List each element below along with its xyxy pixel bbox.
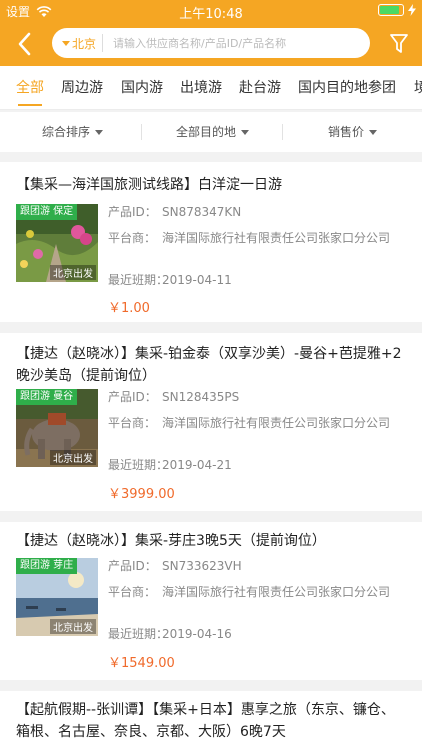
tab-domestic[interactable]: 国内游	[121, 66, 163, 109]
tab-all[interactable]: 全部	[16, 66, 44, 109]
departure-label: 北京出发	[50, 265, 96, 280]
category-tabs: 全部 周边游 国内游 出境游 赴台游 国内目的地参团 境	[0, 66, 422, 110]
status-bar: 设置 上午10:48	[0, 0, 422, 22]
city-label: 北京	[72, 36, 97, 51]
product-title: 【起航假期--张训谭】【集采+日本】惠享之旅（东京、镰仓、箱根、名古屋、奈良、京…	[16, 702, 395, 740]
recent-date-label: 最近班期：	[108, 627, 169, 641]
status-right	[378, 4, 416, 16]
sort-destination-label: 全部目的地	[176, 125, 237, 139]
product-title: 【集采—海洋国旅测试线路】白洋淀一日游	[16, 177, 282, 193]
product-card[interactable]: 【集采—海洋国旅测试线路】白洋淀一日游 跟团游 保定 北京出发 产品ID： SN…	[0, 162, 422, 322]
caret-down-icon	[62, 40, 70, 46]
recent-date-label: 最近班期：	[108, 273, 169, 287]
nav-bar: 北京 请输入供应商名称/产品ID/产品名称	[0, 26, 422, 62]
product-title: 【捷达（赵晓冰）】集采-铂金泰（双享沙美）-曼谷+芭提雅+2晚沙美岛（提前询位）	[16, 346, 402, 384]
tab-overflow[interactable]: 境	[414, 66, 422, 109]
platform-value: 海洋国际旅行社有限责任公司张家口分公司	[162, 231, 391, 245]
filter-funnel-icon[interactable]	[388, 31, 410, 55]
recent-date-value: 2019-04-21	[162, 458, 232, 472]
product-price: ￥3999.00	[108, 487, 175, 502]
product-id-label: 产品ID：	[108, 205, 157, 219]
tab-nearby[interactable]: 周边游	[61, 66, 103, 109]
search-box[interactable]: 北京 请输入供应商名称/产品ID/产品名称	[52, 28, 370, 58]
product-thumbnail: 跟团游 保定 北京出发	[16, 204, 98, 282]
back-arrow-icon[interactable]	[14, 30, 38, 58]
tab-outbound[interactable]: 出境游	[180, 66, 222, 109]
city-selector[interactable]: 北京	[52, 35, 96, 52]
product-card[interactable]: 【起航假期--张训谭】【集采+日本】惠享之旅（东京、镰仓、箱根、名古屋、奈良、京…	[0, 691, 422, 750]
sort-destination[interactable]: 全部目的地	[176, 112, 250, 152]
search-divider	[102, 34, 104, 52]
platform-label: 平台商：	[108, 231, 157, 245]
battery-icon	[378, 4, 404, 16]
recent-date-value: 2019-04-11	[162, 273, 232, 287]
divider	[282, 124, 283, 140]
divider	[141, 124, 142, 140]
charging-icon	[408, 4, 416, 16]
platform-label: 平台商：	[108, 585, 157, 599]
departure-label: 北京出发	[50, 450, 96, 465]
product-card[interactable]: 【捷达（赵晓冰）】集采-铂金泰（双享沙美）-曼谷+芭提雅+2晚沙美岛（提前询位）…	[0, 333, 422, 511]
platform-label: 平台商：	[108, 416, 157, 430]
product-id-label: 产品ID：	[108, 390, 157, 404]
tab-domestic-destination[interactable]: 国内目的地参团	[298, 66, 396, 109]
sort-bar: 综合排序 全部目的地 销售价	[0, 112, 422, 152]
product-card[interactable]: 【捷达（赵晓冰）】集采-芽庄3晚5天（提前询位） 跟团游 芽庄 北京出发 产品I…	[0, 522, 422, 680]
caret-down-icon	[95, 129, 104, 135]
product-tag: 跟团游 芽庄	[16, 558, 78, 574]
sort-comprehensive-label: 综合排序	[42, 125, 91, 139]
product-price: ￥1549.00	[108, 656, 175, 671]
product-title: 【捷达（赵晓冰）】集采-芽庄3晚5天（提前询位）	[16, 533, 326, 549]
status-time: 上午10:48	[179, 7, 243, 22]
search-input[interactable]: 请输入供应商名称/产品ID/产品名称	[113, 35, 286, 51]
departure-label: 北京出发	[50, 619, 96, 634]
platform-value: 海洋国际旅行社有限责任公司张家口分公司	[162, 585, 391, 599]
recent-date-label: 最近班期：	[108, 458, 169, 472]
platform-value: 海洋国际旅行社有限责任公司张家口分公司	[162, 416, 391, 430]
product-thumbnail: 跟团游 曼谷 北京出发	[16, 389, 98, 467]
product-thumbnail: 跟团游 芽庄 北京出发	[16, 558, 98, 636]
product-tag: 跟团游 曼谷	[16, 389, 78, 405]
product-id-label: 产品ID：	[108, 559, 157, 573]
product-id-value: SN128435PS	[162, 390, 240, 404]
product-id-value: SN733623VH	[162, 559, 242, 573]
caret-down-icon	[369, 129, 378, 135]
tab-taiwan[interactable]: 赴台游	[239, 66, 281, 109]
sort-price[interactable]: 销售价	[328, 112, 378, 152]
recent-date-value: 2019-04-16	[162, 627, 232, 641]
product-id-value: SN878347KN	[162, 205, 242, 219]
caret-down-icon	[241, 129, 250, 135]
product-tag: 跟团游 保定	[16, 204, 78, 220]
sort-price-label: 销售价	[328, 125, 365, 139]
app-header: 设置 上午10:48 北京 请输入供应商名称/产品ID/产品名称	[0, 0, 422, 66]
product-price: ￥1.00	[108, 301, 150, 316]
sort-comprehensive[interactable]: 综合排序	[42, 112, 104, 152]
